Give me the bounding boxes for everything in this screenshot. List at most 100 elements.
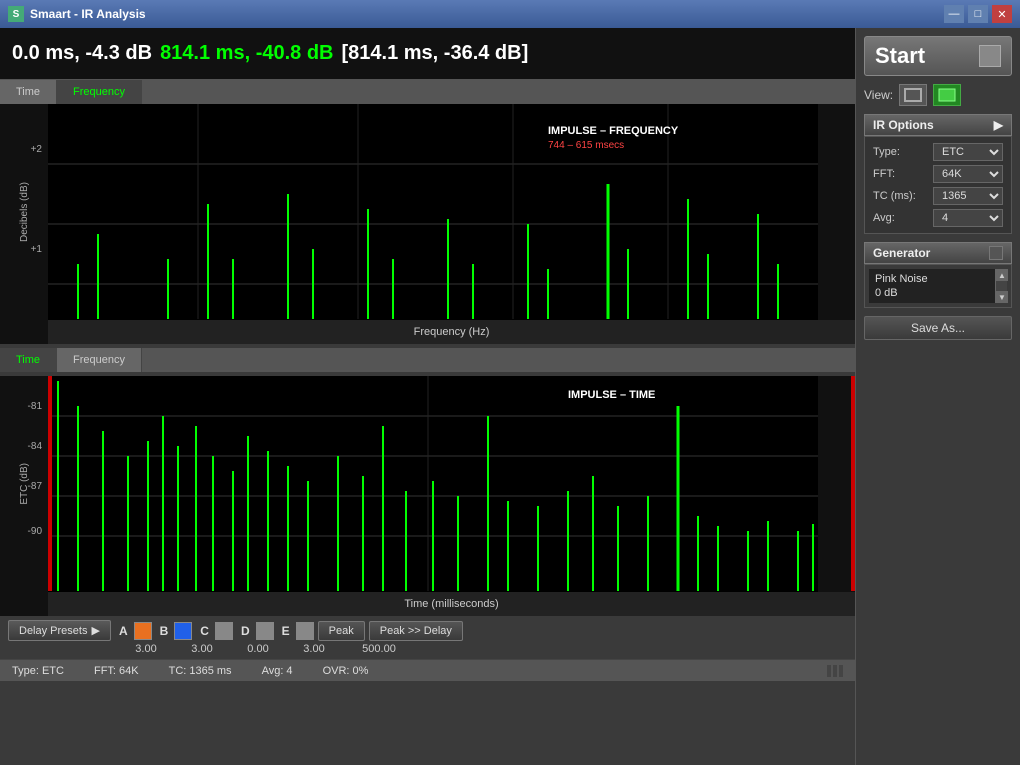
- close-button[interactable]: ✕: [992, 5, 1012, 23]
- preset-e-color-button[interactable]: [296, 622, 314, 640]
- tc-label: TC (ms):: [873, 190, 916, 202]
- preset-b-value: 3.00: [176, 643, 228, 655]
- bottom-chart-container: Time Frequency ETC (dB) -81 -84 -87 -90: [0, 348, 855, 616]
- generator-label: Generator: [873, 246, 930, 260]
- top-chart-y-label: Decibels (dB): [19, 182, 30, 242]
- top-tab-frequency[interactable]: Frequency: [57, 80, 142, 104]
- delay-presets-arrow: ▶: [91, 624, 99, 637]
- fft-label: FFT:: [873, 168, 895, 180]
- ir-options-arrow: ▶: [994, 118, 1003, 132]
- view-row: View:: [864, 84, 1012, 106]
- status-fft: FFT: 64K: [94, 665, 139, 677]
- fft-select[interactable]: 64K: [933, 165, 1003, 183]
- generator-type: Pink Noise: [875, 273, 991, 285]
- generator-scrollbar[interactable]: ▲ ▼: [995, 269, 1007, 303]
- titlebar-controls: — □ ✕: [944, 5, 1012, 23]
- avg-row: Avg: 4: [869, 207, 1007, 229]
- preset-c-color-button[interactable]: [215, 622, 233, 640]
- view-btn-filled[interactable]: [933, 84, 961, 106]
- measurement-display: 0.0 ms, -4.3 dB 814.1 ms, -40.8 dB [814.…: [0, 28, 855, 80]
- preset-c-group: C: [196, 622, 233, 640]
- preset-d-group: D: [237, 622, 274, 640]
- preset-e-value: 500.00: [344, 643, 414, 655]
- generator-body: Pink Noise 0 dB ▲ ▼: [864, 264, 1012, 308]
- peak-delay-button[interactable]: Peak >> Delay: [369, 621, 463, 641]
- bottom-chart-x-label: Time (milliseconds): [48, 592, 855, 616]
- titlebar: S Smaart - IR Analysis — □ ✕: [0, 0, 1020, 28]
- scroll-track: [996, 281, 1007, 291]
- peak-button[interactable]: Peak: [318, 621, 365, 641]
- start-label: Start: [875, 43, 925, 69]
- value-row: 3.00 3.00 0.00 3.00 500.00: [8, 643, 847, 655]
- preset-d-label: D: [237, 622, 254, 640]
- bottom-chart-svg: 750 800 IMPULSE – TIME: [48, 376, 818, 616]
- type-label: Type:: [873, 146, 900, 158]
- status-ovr: OVR: 0%: [323, 665, 369, 677]
- delay-presets-label: Delay Presets: [19, 625, 87, 637]
- status-type: Type: ETC: [12, 665, 64, 677]
- preset-a-group: A: [115, 622, 152, 640]
- type-row: Type: ETC: [869, 141, 1007, 163]
- type-select[interactable]: ETC: [933, 143, 1003, 161]
- preset-c-value: 0.00: [232, 643, 284, 655]
- generator-header[interactable]: Generator: [864, 242, 1012, 264]
- top-chart-x-label: Frequency (Hz): [48, 320, 855, 344]
- save-as-button[interactable]: Save As...: [864, 316, 1012, 340]
- svg-text:744 – 615 msecs: 744 – 615 msecs: [548, 140, 624, 151]
- left-panel: 0.0 ms, -4.3 dB 814.1 ms, -40.8 dB [814.…: [0, 28, 855, 765]
- top-chart-svg: 5k 6k 7k 8k IMPULSE – FREQUENCY 744 – 61…: [48, 104, 818, 344]
- top-chart-tabs: Time Frequency: [0, 80, 855, 104]
- display-part1: 0.0 ms, -4.3 dB: [12, 42, 152, 65]
- ir-options-header[interactable]: IR Options ▶: [864, 114, 1012, 136]
- view-outline-icon: [904, 88, 922, 102]
- preset-row: Delay Presets ▶ A B C: [8, 620, 847, 641]
- bottom-chart: ETC (dB) -81 -84 -87 -90: [0, 376, 855, 616]
- top-tab-time[interactable]: Time: [0, 80, 57, 104]
- scroll-down-arrow[interactable]: ▼: [996, 291, 1008, 303]
- preset-b-group: B: [156, 622, 193, 640]
- status-avg: Avg: 4: [262, 665, 293, 677]
- ir-options-section: IR Options ▶ Type: ETC FFT: 64K TC: [864, 114, 1012, 234]
- bottom-chart-tabs: Time Frequency: [0, 348, 855, 372]
- view-btn-outline[interactable]: [899, 84, 927, 106]
- tc-select[interactable]: 1365: [933, 187, 1003, 205]
- preset-b-label: B: [156, 622, 173, 640]
- scroll-up-arrow[interactable]: ▲: [996, 269, 1008, 281]
- ir-options-label: IR Options: [873, 118, 934, 132]
- preset-a-label: A: [115, 622, 132, 640]
- generator-section: Generator Pink Noise 0 dB ▲ ▼: [864, 242, 1012, 308]
- preset-d-color-button[interactable]: [256, 622, 274, 640]
- start-square-icon: [979, 45, 1001, 67]
- preset-a-value: 3.00: [120, 643, 172, 655]
- fft-row: FFT: 64K: [869, 163, 1007, 185]
- view-filled-icon: [938, 88, 956, 102]
- preset-d-value: 3.00: [288, 643, 340, 655]
- avg-select[interactable]: 4: [933, 209, 1003, 227]
- generator-content: Pink Noise 0 dB ▲ ▼: [869, 269, 1007, 303]
- top-chart-container: Time Frequency Decibels (dB) +2 +1: [0, 80, 855, 344]
- display-part2: 814.1 ms, -40.8 dB: [160, 42, 333, 65]
- bottom-tab-time[interactable]: Time: [0, 348, 57, 372]
- start-button[interactable]: Start: [864, 36, 1012, 76]
- preset-b-color-button[interactable]: [174, 622, 192, 640]
- generator-checkbox[interactable]: [989, 246, 1003, 260]
- view-label: View:: [864, 88, 893, 102]
- main-content: 0.0 ms, -4.3 dB 814.1 ms, -40.8 dB [814.…: [0, 28, 1020, 765]
- svg-text:IMPULSE – TIME: IMPULSE – TIME: [568, 389, 655, 401]
- statusbar: Type: ETC FFT: 64K TC: 1365 ms Avg: 4 OV…: [0, 659, 855, 681]
- titlebar-title: Smaart - IR Analysis: [30, 7, 146, 21]
- preset-a-color-button[interactable]: [134, 622, 152, 640]
- avg-label: Avg:: [873, 212, 895, 224]
- delay-presets-button[interactable]: Delay Presets ▶: [8, 620, 111, 641]
- top-chart: Decibels (dB) +2 +1: [0, 104, 855, 344]
- preset-e-group: E: [278, 622, 314, 640]
- ir-options-body: Type: ETC FFT: 64K TC (ms): 1365: [864, 136, 1012, 234]
- bottom-controls: Delay Presets ▶ A B C: [0, 616, 855, 659]
- bottom-tab-frequency[interactable]: Frequency: [57, 348, 142, 372]
- display-part3: [814.1 ms, -36.4 dB]: [342, 42, 529, 65]
- preset-c-label: C: [196, 622, 213, 640]
- maximize-button[interactable]: □: [968, 5, 988, 23]
- svg-text:IMPULSE – FREQUENCY: IMPULSE – FREQUENCY: [548, 125, 679, 137]
- bottom-chart-y-label: ETC (dB): [19, 463, 30, 505]
- minimize-button[interactable]: —: [944, 5, 964, 23]
